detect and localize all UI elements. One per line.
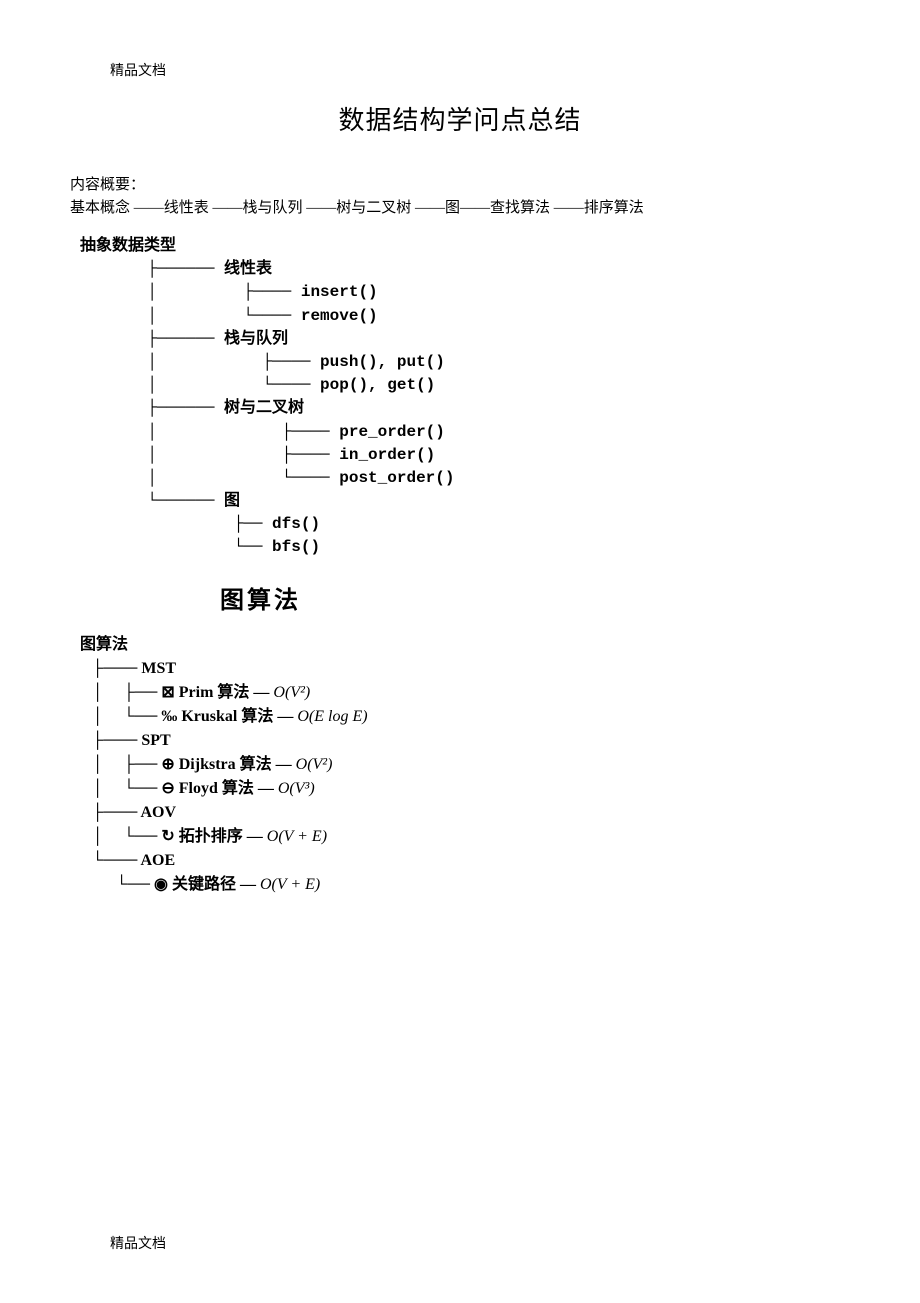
tree-root: 抽象数据类型 — [80, 237, 176, 255]
tree2-aoe: AOE — [140, 852, 175, 869]
tree-tree-bintree: 树与二叉树 — [224, 399, 304, 417]
tree2-toposort-o: O(V + E) — [267, 828, 327, 845]
tree2-prim: Prim 算法 — [179, 684, 250, 701]
graph-algo-heading: 图算法 — [220, 580, 850, 615]
tree-preorder: pre_order() — [339, 423, 445, 441]
tree-graph: 图 — [224, 492, 240, 510]
tree2-spt: SPT — [141, 732, 170, 749]
footer-label: 精品文档 — [110, 1233, 166, 1253]
tree2-dijkstra: Dijkstra 算法 — [179, 756, 272, 773]
tree2-aov: AOV — [140, 804, 176, 821]
intro-label: 内容概要： — [70, 173, 850, 194]
tree-push-put: push(), put() — [320, 353, 445, 371]
tree-postorder: post_order() — [339, 469, 454, 487]
tree-pop-get: pop(), get() — [320, 376, 435, 394]
tree-stack-queue: 栈与队列 — [224, 330, 288, 348]
tree2-dijkstra-o: O(V²) — [296, 756, 333, 773]
tree2-floyd-o: O(V³) — [278, 780, 315, 797]
tree2-critical-path: 关键路径 — [172, 876, 236, 893]
tree2-mst: MST — [141, 660, 176, 677]
tree-bfs: bfs() — [272, 538, 320, 556]
tree-insert: insert() — [301, 283, 378, 301]
graph-algo-tree: 图算法 ├─── MST │ ├── ⊠ Prim 算法 — O(V²) │ └… — [80, 633, 850, 897]
tree2-floyd: Floyd 算法 — [179, 780, 254, 797]
adt-tree: 抽象数据类型 ├────── 线性表 │ ├──── insert() │ └─… — [80, 235, 850, 560]
tree2-toposort: 拓扑排序 — [179, 828, 243, 845]
intro-topics: 基本概念 ——线性表 ——栈与队列 ——树与二叉树 ——图——查找算法 ——排序… — [70, 196, 850, 217]
tree2-root: 图算法 — [80, 636, 128, 653]
tree2-kruskal-o: O(E log E) — [297, 708, 367, 725]
tree2-critical-path-o: O(V + E) — [260, 876, 320, 893]
tree2-prim-o: O(V²) — [273, 684, 310, 701]
tree-linear-list: 线性表 — [224, 260, 272, 278]
page-title: 数据结构学问点总结 — [70, 100, 850, 137]
tree2-kruskal: Kruskal 算法 — [181, 708, 273, 725]
tree-dfs: dfs() — [272, 515, 320, 533]
header-label: 精品文档 — [110, 60, 850, 80]
tree-inorder: in_order() — [339, 446, 435, 464]
tree-remove: remove() — [301, 307, 378, 325]
